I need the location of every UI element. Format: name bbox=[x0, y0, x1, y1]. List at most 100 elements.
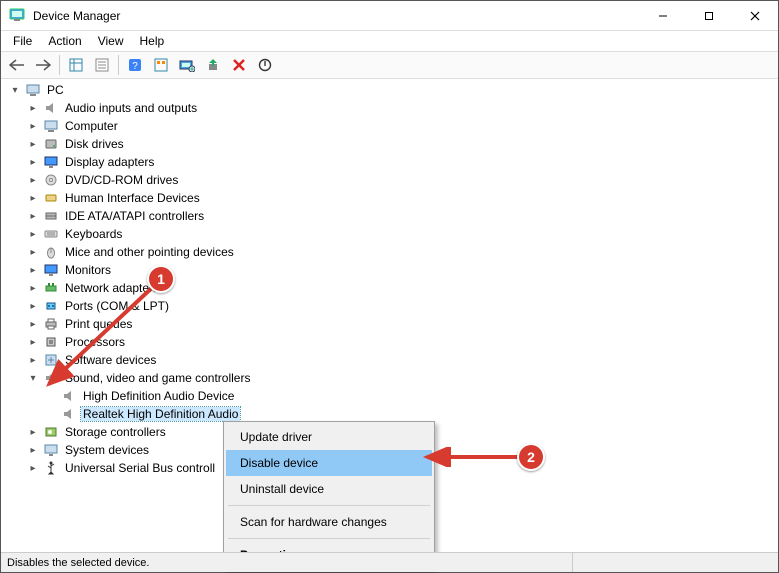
tree-label: Print queues bbox=[63, 317, 134, 331]
tree-node-dvd[interactable]: ▸ DVD/CD-ROM drives bbox=[27, 171, 776, 189]
network-icon bbox=[43, 280, 59, 296]
tree-node-display[interactable]: ▸Display adapters bbox=[27, 153, 776, 171]
forward-button[interactable] bbox=[31, 54, 55, 76]
display-icon bbox=[43, 154, 59, 170]
context-menu-update-driver[interactable]: Update driver bbox=[226, 424, 432, 450]
expand-icon[interactable]: ▸ bbox=[27, 282, 39, 294]
tree-node-hid[interactable]: ▸Human Interface Devices bbox=[27, 189, 776, 207]
tree-label: Mice and other pointing devices bbox=[63, 245, 236, 259]
show-hide-console-tree-button[interactable] bbox=[64, 54, 88, 76]
context-menu-separator bbox=[228, 538, 430, 539]
expand-icon[interactable]: ▸ bbox=[27, 318, 39, 330]
computer-icon bbox=[25, 82, 41, 98]
expand-icon[interactable]: ▸ bbox=[27, 426, 39, 438]
context-menu-uninstall-device[interactable]: Uninstall device bbox=[226, 476, 432, 502]
expand-icon[interactable]: ▸ bbox=[27, 120, 39, 132]
expand-icon[interactable]: ▸ bbox=[27, 102, 39, 114]
monitor-icon bbox=[43, 262, 59, 278]
maximize-button[interactable] bbox=[686, 1, 732, 30]
expand-icon[interactable]: ▸ bbox=[27, 228, 39, 240]
software-icon bbox=[43, 352, 59, 368]
menu-help[interactable]: Help bbox=[132, 32, 173, 50]
tree-node-computer[interactable]: ▸ Computer bbox=[27, 117, 776, 135]
usb-icon bbox=[43, 460, 59, 476]
tree-node-printqueues[interactable]: ▸ Print queues bbox=[27, 315, 776, 333]
show-hidden-button[interactable] bbox=[149, 54, 173, 76]
tree-node-disk[interactable]: ▸ Disk drives bbox=[27, 135, 776, 153]
status-bar: Disables the selected device. bbox=[1, 552, 778, 572]
tree-label: Disk drives bbox=[63, 137, 126, 151]
expand-icon[interactable]: ▸ bbox=[27, 264, 39, 276]
hid-icon bbox=[43, 190, 59, 206]
mouse-icon bbox=[43, 244, 59, 260]
context-menu: Update driver Disable device Uninstall d… bbox=[223, 421, 435, 571]
tree-node-network[interactable]: ▸ Network adapters bbox=[27, 279, 776, 297]
context-menu-separator bbox=[228, 505, 430, 506]
tree-label: Storage controllers bbox=[63, 425, 168, 439]
speaker-icon bbox=[43, 370, 59, 386]
tree-node-keyboards[interactable]: ▸Keyboards bbox=[27, 225, 776, 243]
expand-icon[interactable]: ▸ bbox=[27, 246, 39, 258]
expand-icon[interactable]: ▸ bbox=[27, 444, 39, 456]
expand-icon[interactable]: ▸ bbox=[27, 336, 39, 348]
tree-node-ide[interactable]: ▸IDE ATA/ATAPI controllers bbox=[27, 207, 776, 225]
expand-icon[interactable]: ▸ bbox=[27, 138, 39, 150]
disable-button[interactable] bbox=[253, 54, 277, 76]
menu-action[interactable]: Action bbox=[40, 32, 89, 50]
close-button[interactable] bbox=[732, 1, 778, 30]
tree-label: Audio inputs and outputs bbox=[63, 101, 199, 115]
app-icon bbox=[9, 7, 27, 25]
collapse-icon[interactable]: ▾ bbox=[9, 84, 21, 96]
minimize-button[interactable] bbox=[640, 1, 686, 30]
tree-label: Monitors bbox=[63, 263, 113, 277]
tree-node-monitors[interactable]: ▸ Monitors bbox=[27, 261, 776, 279]
port-icon bbox=[43, 298, 59, 314]
expand-icon[interactable]: ▸ bbox=[27, 174, 39, 186]
tree-label: System devices bbox=[63, 443, 151, 457]
disc-icon bbox=[43, 172, 59, 188]
status-separator bbox=[572, 553, 772, 572]
system-icon bbox=[43, 442, 59, 458]
help-button[interactable]: ? bbox=[123, 54, 147, 76]
keyboard-icon bbox=[43, 226, 59, 242]
status-text: Disables the selected device. bbox=[7, 557, 149, 569]
menu-view[interactable]: View bbox=[90, 32, 132, 50]
expand-icon[interactable]: ▸ bbox=[27, 300, 39, 312]
tree-node-audio-io[interactable]: ▸ Audio inputs and outputs bbox=[27, 99, 776, 117]
disk-icon bbox=[43, 136, 59, 152]
tree-root-pc[interactable]: ▾ PC bbox=[9, 81, 776, 99]
ide-icon bbox=[43, 208, 59, 224]
menu-file[interactable]: File bbox=[5, 32, 40, 50]
expand-icon[interactable]: ▸ bbox=[27, 156, 39, 168]
expand-icon[interactable]: ▸ bbox=[27, 354, 39, 366]
tree-node-software-devices[interactable]: ▸Software devices bbox=[27, 351, 776, 369]
tree-label: Network adapters bbox=[63, 281, 161, 295]
expand-icon[interactable]: ▸ bbox=[27, 462, 39, 474]
properties-button[interactable] bbox=[90, 54, 114, 76]
expand-icon[interactable]: ▸ bbox=[27, 192, 39, 204]
context-menu-disable-device[interactable]: Disable device bbox=[226, 450, 432, 476]
uninstall-button[interactable] bbox=[227, 54, 251, 76]
context-menu-scan-hardware[interactable]: Scan for hardware changes bbox=[226, 509, 432, 535]
tree-label: Ports (COM & LPT) bbox=[63, 299, 171, 313]
tree-label: Universal Serial Bus controll bbox=[63, 461, 217, 475]
title-bar: Device Manager bbox=[1, 1, 778, 31]
tree-node-ports[interactable]: ▸ Ports (COM & LPT) bbox=[27, 297, 776, 315]
toolbar-separator bbox=[59, 55, 60, 75]
tree-node-sound-video-game[interactable]: ▾ Sound, video and game controllers bbox=[27, 369, 776, 387]
window-title: Device Manager bbox=[33, 9, 640, 23]
speaker-icon bbox=[61, 388, 77, 404]
collapse-icon[interactable]: ▾ bbox=[27, 372, 39, 384]
tree-label: Computer bbox=[63, 119, 120, 133]
expand-icon[interactable]: ▸ bbox=[27, 210, 39, 222]
annotation-badge-1: 1 bbox=[147, 265, 175, 293]
scan-hardware-button[interactable] bbox=[175, 54, 199, 76]
tree-node-hda[interactable]: ▸High Definition Audio Device bbox=[45, 387, 776, 405]
update-driver-button[interactable] bbox=[201, 54, 225, 76]
annotation-badge-2: 2 bbox=[517, 443, 545, 471]
printer-icon bbox=[43, 316, 59, 332]
back-button[interactable] bbox=[5, 54, 29, 76]
tree-label: DVD/CD-ROM drives bbox=[63, 173, 180, 187]
tree-node-mice[interactable]: ▸ Mice and other pointing devices bbox=[27, 243, 776, 261]
tree-node-processors[interactable]: ▸Processors bbox=[27, 333, 776, 351]
